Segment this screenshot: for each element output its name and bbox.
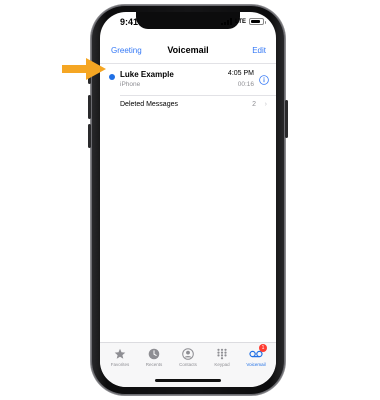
status-icons: LTE xyxy=(221,18,266,25)
voicemail-badge: 1 xyxy=(259,344,267,352)
person-icon xyxy=(182,348,194,360)
side-button-right xyxy=(285,100,288,138)
side-button-left-3 xyxy=(88,124,91,148)
home-indicator xyxy=(155,379,221,382)
page-title: Voicemail xyxy=(167,45,209,55)
status-time: 9:41 xyxy=(120,17,139,27)
tab-label-contacts: Contacts xyxy=(179,362,197,367)
star-icon xyxy=(114,348,126,359)
caller-name: Luke Example xyxy=(120,70,174,79)
tab-label-keypad: Keypad xyxy=(214,362,230,367)
tab-favorites[interactable]: Favorites xyxy=(103,348,137,367)
deleted-messages-label: Deleted Messages xyxy=(120,101,178,108)
tab-keypad[interactable]: Keypad xyxy=(205,348,239,367)
voicemail-time: 4:05 PM xyxy=(227,70,254,77)
tab-recents[interactable]: Recents xyxy=(137,348,171,367)
deleted-messages-row[interactable]: Deleted Messages 2 › xyxy=(100,99,276,113)
info-icon[interactable] xyxy=(259,75,269,85)
keypad-icon xyxy=(217,348,227,360)
clock-icon xyxy=(148,348,160,360)
deleted-messages-count: 2 xyxy=(252,101,256,108)
tab-label-recents: Recents xyxy=(145,362,163,367)
tab-label-voicemail: Voicemail xyxy=(246,362,266,367)
caller-label: iPhone xyxy=(120,81,141,88)
battery-icon xyxy=(249,18,266,25)
voicemail-row[interactable]: Luke Example iPhone 4:05 PM 00:16 xyxy=(100,67,276,93)
voicemail-duration: 00:16 xyxy=(237,81,254,88)
row-divider xyxy=(120,95,276,96)
navigation-bar: Greeting Voicemail Edit xyxy=(100,44,276,60)
signal-icon xyxy=(221,18,233,25)
nav-divider xyxy=(100,63,276,64)
tab-contacts[interactable]: Contacts xyxy=(171,348,205,367)
tab-voicemail[interactable]: 1 Voicemail xyxy=(239,344,273,367)
phone-screen: 9:41 LTE Greeting Voicemail Edit Luke Ex… xyxy=(100,12,276,387)
battery-level-fill xyxy=(251,20,261,23)
side-button-left-2 xyxy=(88,95,91,119)
unread-indicator xyxy=(109,74,115,80)
chevron-right-icon: › xyxy=(264,101,267,108)
arrow-pointer-icon xyxy=(62,58,106,80)
carrier-label: LTE xyxy=(235,18,246,25)
tab-label-favorites: Favorites xyxy=(110,362,130,367)
edit-button[interactable]: Edit xyxy=(252,46,266,55)
